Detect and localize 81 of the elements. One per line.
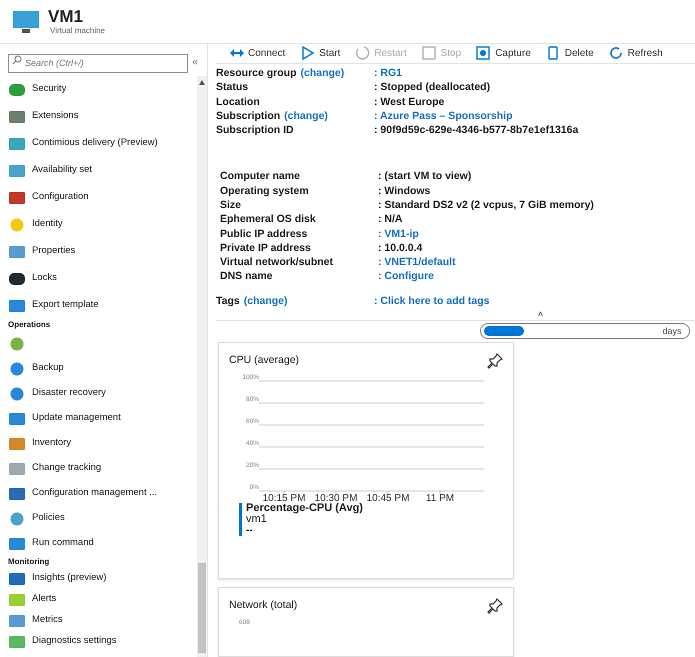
time-range-option[interactable] <box>484 326 524 336</box>
sidebar-item[interactable]: Locks <box>8 265 197 292</box>
legend-resource: vm1 <box>246 514 267 525</box>
restart-icon <box>354 45 370 62</box>
property-value: : (start VM to view) <box>378 169 472 184</box>
property-value: : 90f9d59c-629e-4346-b577-8b7e1ef1316a <box>374 123 578 138</box>
property-label: Subscription <box>216 108 280 124</box>
capture-icon <box>475 45 492 62</box>
sidebar-item[interactable]: Security <box>8 76 197 103</box>
sidebar-item[interactable]: Insights (preview) <box>8 568 197 589</box>
sidebar-item[interactable]: Identity <box>8 211 197 238</box>
x-tick-label: 10:45 PM <box>366 493 410 504</box>
property-link[interactable]: : Click here to add tags <box>374 294 490 308</box>
property-label: Computer name <box>220 169 300 184</box>
property-label: Private IP address <box>220 240 311 256</box>
sidebar-item[interactable]: Properties <box>8 238 197 265</box>
sidebar-item[interactable]: Inventory <box>8 431 197 456</box>
search-field[interactable]: Search (Ctrl+/) <box>8 54 188 72</box>
sidebar-item[interactable]: Contimious delivery (Preview) <box>8 130 197 157</box>
property-link[interactable]: : RG1 <box>374 66 402 80</box>
property-value: : N/A <box>378 212 402 227</box>
property-value: : Stopped (deallocated) <box>374 80 490 95</box>
stop-icon <box>420 45 437 62</box>
x-tick-label: 11 PM <box>426 493 454 504</box>
legend-metric: Percentage-CPU (Avg) <box>246 503 363 514</box>
property-value: : 10.0.0.4 <box>378 240 422 256</box>
change-link[interactable]: (change) <box>284 108 328 124</box>
sidebar-item[interactable]: Run command <box>8 531 197 556</box>
sidebar-item[interactable]: Backup <box>8 356 197 381</box>
toolbar-button[interactable]: Start <box>299 45 340 62</box>
sidebar-item[interactable]: Policies <box>8 506 197 531</box>
property-value: : Windows <box>378 184 430 198</box>
property-label: Size <box>220 198 242 212</box>
property-label: Tags <box>216 294 240 308</box>
scrollbar-thumb[interactable] <box>198 563 206 653</box>
sidebar-item[interactable]: Change tracking <box>8 456 197 481</box>
property-link[interactable]: : VM1-ip <box>378 226 419 241</box>
legend-value: -- <box>246 525 254 536</box>
property-label: Location <box>216 94 260 109</box>
property-link[interactable]: : Azure Pass – Sponsorship <box>374 108 512 124</box>
scroll-up-arrow[interactable] <box>199 80 205 85</box>
section-header: Monitoring <box>8 556 50 568</box>
property-label: DNS name <box>220 269 273 284</box>
toolbar-button[interactable]: Connect <box>228 45 286 62</box>
toolbar-button[interactable]: Capture <box>475 45 531 62</box>
sidebar-item[interactable]: Update management <box>8 406 197 431</box>
property-label: Resource group <box>216 66 297 80</box>
section-header: Operations <box>8 319 52 331</box>
sidebar-item[interactable]: Alerts <box>8 589 197 610</box>
card-title: Network (total) <box>229 598 298 613</box>
sidebar-item[interactable]: Configuration management ... <box>8 481 197 506</box>
sidebar-item[interactable]: Extensions <box>8 103 197 130</box>
property-label: Subscription ID <box>216 123 294 138</box>
property-link[interactable]: : Configure <box>378 269 434 284</box>
sidebar-item[interactable]: Export template <box>8 292 197 319</box>
x-tick-label: 10:30 PM <box>314 493 358 504</box>
toolbar-button[interactable]: Refresh <box>608 45 663 62</box>
change-link[interactable]: (change) <box>244 294 288 308</box>
page-subtitle: Virtual machine <box>50 27 105 35</box>
page-title: VM1 <box>48 8 84 25</box>
property-label: Ephemeral OS disk <box>220 212 316 227</box>
x-tick-label: 10:15 PM <box>262 493 306 504</box>
property-value: : Standard DS2 v2 (2 vcpus, 7 GiB memory) <box>378 198 594 212</box>
property-label: Status <box>216 80 248 95</box>
refresh-icon <box>608 45 624 62</box>
property-value: : West Europe <box>374 94 444 109</box>
sidebar-item[interactable]: Diagnostics settings <box>8 631 197 652</box>
search-icon <box>12 55 22 65</box>
sidebar-item[interactable]: Disaster recovery <box>8 381 197 406</box>
collapse-button[interactable]: « <box>192 54 198 70</box>
property-label: Virtual network/subnet <box>220 255 333 270</box>
sidebar-item[interactable]: Metrics <box>8 610 197 631</box>
sidebar-item[interactable]: Availability set <box>8 157 197 184</box>
change-link[interactable]: (change) <box>300 66 344 80</box>
property-label: Operating system <box>220 184 309 198</box>
property-link[interactable]: : VNET1/default <box>378 255 456 270</box>
card-title: CPU (average) <box>229 353 300 368</box>
property-label: Public IP address <box>220 226 308 241</box>
sidebar-item[interactable]: Configuration <box>8 184 197 211</box>
toolbar-button[interactable]: Delete <box>544 45 594 62</box>
time-range-option[interactable]: days <box>658 326 686 336</box>
